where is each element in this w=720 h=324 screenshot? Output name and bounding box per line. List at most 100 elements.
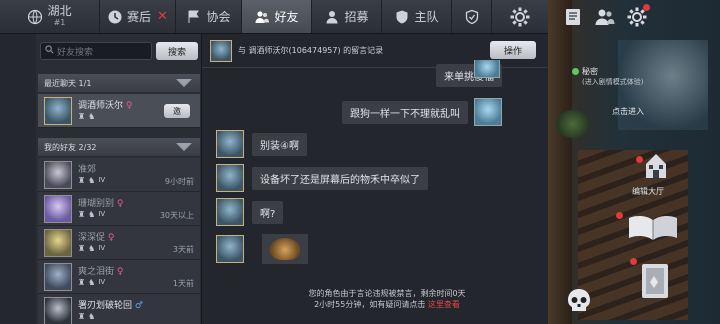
chat-title-suffix: 的留言记录 [343,46,384,55]
last-online: 3天前 [172,245,194,254]
friend-name-wrap: 署刃划破轮回 ♂ [78,298,143,311]
friend-list-item[interactable]: 深深促 ♀ ♜ ♞ IV 3天前 [38,226,200,260]
tab-recruit[interactable]: 招募 [312,0,382,33]
operations-button[interactable]: 操作 [490,41,536,59]
clock-icon [107,9,123,25]
message-text: 啊? [252,200,284,224]
gear-icon [509,6,531,28]
tab-team[interactable]: 主队 [382,0,452,33]
open-book-icon[interactable] [626,212,680,242]
recent-chats-header[interactable]: 最近聊天 1/1 [38,74,200,92]
gear-icon[interactable] [624,4,650,30]
friends-panel: 好友搜索 搜索 最近聊天 1/1 调酒师沃尔 ♀ ♜ ♞ 邀 我的好友 2/32 [36,34,202,324]
region-name: 湖北 [47,3,72,18]
status-dot [572,68,579,75]
collapse-triangle-icon [176,143,192,151]
chat-message: 啊? [216,198,284,226]
mute-notice: 您的角色由于言论违规被禁言，剩余时间0天 2小时55分钟，如有疑问请点击 这里查… [262,288,512,310]
skull-icon[interactable] [564,286,594,316]
male-icon: ♂ [134,301,143,311]
notification-dot [643,4,650,11]
avatar [44,97,72,125]
friends-icon[interactable] [592,4,618,30]
close-icon: ✕ [157,9,168,24]
friend-list-item[interactable]: 署刃划破轮回 ♂ ♜ ♞ [38,294,200,324]
tab-post-match-label: 赛后 [127,10,152,24]
tab-association-label: 协会 [206,10,231,24]
friend-list-item[interactable]: 珊瑚别别 ♀ ♜ ♞ IV 30天以上 [38,192,200,226]
tab-friends[interactable]: 好友 [242,0,312,33]
hunter-badge-icon: ♞ [88,244,96,253]
search-placeholder: 好友搜索 [57,47,94,58]
tab-region[interactable]: 湖北 #1 [0,0,100,33]
friend-list-item[interactable]: 准郊 ♜ ♞ IV 9小时前 [38,158,200,192]
level-tag: IV [98,176,106,184]
avatar [216,235,244,263]
chat-message [216,234,308,264]
tab-friends-label: 好友 [274,10,299,24]
handbook-icon[interactable] [638,262,672,300]
rank-badge-icon: ♜ [78,176,86,185]
female-icon: ♀ [116,267,124,277]
invite-button[interactable]: 邀 [164,104,190,118]
chat-message: 跟狗一样一下不理就乱叫 [342,98,502,126]
appeal-link[interactable]: 这里查看 [428,300,460,309]
friend-name-wrap: 珊瑚别别 ♀ [78,196,123,209]
friend-search-input[interactable]: 好友搜索 [40,42,152,60]
tab-recruit-label: 招募 [344,10,369,24]
avatar [44,161,72,189]
recent-chats-title: 最近聊天 1/1 [44,78,92,88]
scene-pillar [548,0,572,324]
avatar [44,297,72,324]
friends-screen: 湖北 #1 赛后 ✕ 协会 好友 招募 主队 好友搜索 搜索 最近聊天 1/1 … [0,0,720,324]
last-online: 1天前 [172,279,194,288]
tab-association[interactable]: 协会 [176,0,242,33]
chat-message: 别装④啊 [216,130,307,158]
region-rank: #1 [53,17,66,27]
scene-plant [556,110,590,138]
hunter-badge-icon: ♞ [88,278,96,287]
friend-badges: ♜ ♞ IV [78,278,105,287]
rank-badge-icon: ♜ [78,244,86,253]
edit-lobby-label[interactable]: 编辑大厅 [632,186,664,197]
tab-team-label: 主队 [414,10,439,24]
lobby-building-icon[interactable] [642,150,670,182]
search-button[interactable]: 搜索 [156,42,198,60]
tab-post-match[interactable]: 赛后 ✕ [100,0,176,33]
female-icon: ♀ [116,199,124,209]
notebook-icon[interactable] [560,4,586,30]
avatar [216,130,244,158]
avatar [474,60,500,78]
last-online: 9小时前 [164,177,194,186]
flag-icon [186,9,202,25]
rank-badge-icon: ♜ [78,112,86,121]
recent-chat-item[interactable]: 调酒师沃尔 ♀ ♜ ♞ 邀 [38,94,200,128]
secret-mode-title: 秘密 [582,67,598,76]
scene-panel: 秘密 (进入剧情模式体验) 点击进入 编辑大厅 [548,0,720,324]
avatar [216,164,244,192]
rank-badge-icon: ♜ [78,210,86,219]
friend-badges: ♜ ♞ IV [78,176,105,185]
message-text: 跟狗一样一下不理就乱叫 [342,100,468,124]
avatar [44,229,72,257]
my-friends-header[interactable]: 我的好友 2/32 [38,138,200,156]
hunter-badge-icon: ♞ [88,312,96,321]
secret-mode-entry[interactable]: 秘密 (进入剧情模式体验) [572,66,643,87]
last-online: 30天以上 [159,211,194,220]
settings-tab[interactable] [492,0,548,33]
avatar [210,40,232,62]
friend-badges: ♜ ♞ [78,312,95,321]
friend-name: 珊瑚别别 [78,199,115,209]
character-face-icon [270,238,300,260]
friend-name: 准郊 [78,165,97,175]
my-friends-title: 我的好友 2/32 [44,142,97,152]
search-row: 好友搜索 搜索 [40,42,198,62]
tab-shield[interactable] [452,0,492,33]
enter-label[interactable]: 点击进入 [612,106,644,117]
friend-list-item[interactable]: 爽之泪街 ♀ ♜ ♞ IV 1天前 [38,260,200,294]
friend-name-wrap: 爽之泪街 ♀ [78,264,123,277]
message-text: 别装④啊 [252,132,307,156]
recruit-icon [324,9,340,25]
avatar [216,198,244,226]
rank-badge-icon: ♜ [78,278,86,287]
